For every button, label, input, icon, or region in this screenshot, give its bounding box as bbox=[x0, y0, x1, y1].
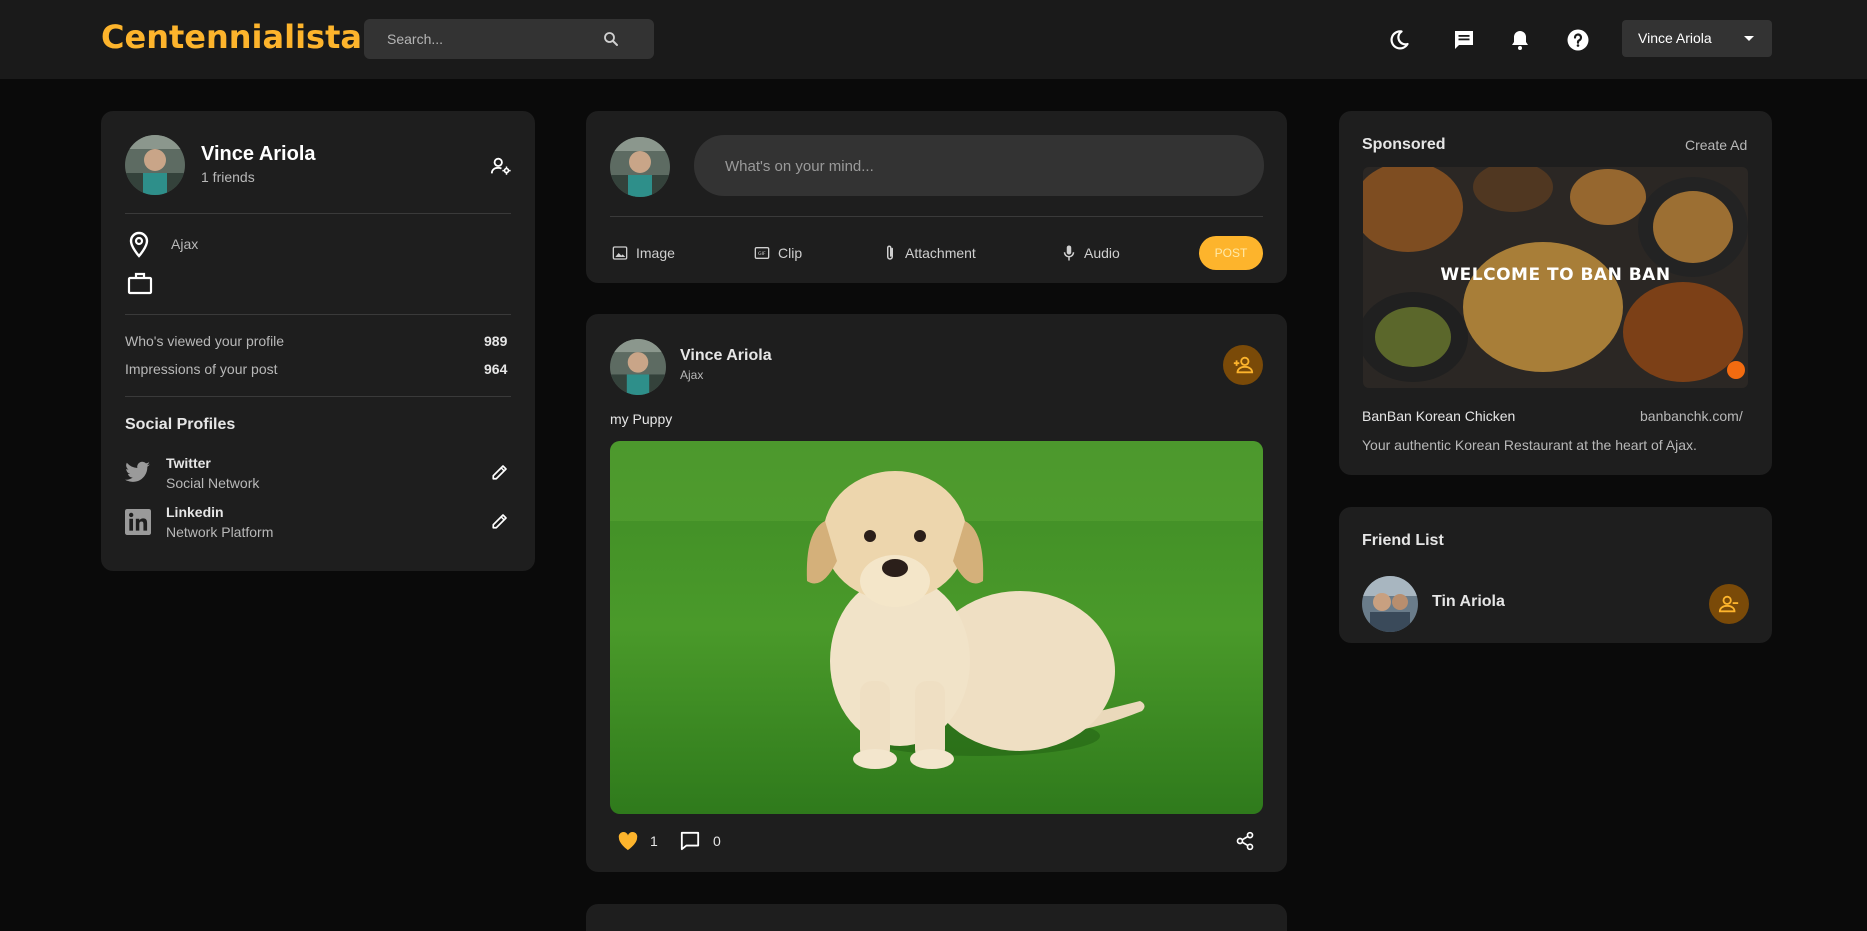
divider bbox=[610, 216, 1263, 217]
stat-value-profile-views: 989 bbox=[484, 333, 508, 349]
social-linkedin-name[interactable]: Linkedin bbox=[166, 504, 224, 520]
divider bbox=[125, 396, 511, 397]
stat-label-profile-views: Who's viewed your profile bbox=[125, 333, 285, 349]
ad-badge-icon bbox=[1727, 361, 1745, 379]
gif-icon: GIF bbox=[754, 247, 770, 259]
bell-icon[interactable] bbox=[1508, 28, 1532, 52]
manage-account-icon[interactable] bbox=[490, 155, 512, 177]
tool-attachment-label: Attachment bbox=[905, 245, 976, 261]
post-button[interactable]: POST bbox=[1199, 236, 1263, 270]
twitter-icon bbox=[125, 461, 150, 482]
person-add-icon bbox=[1233, 356, 1254, 374]
stat-value-impressions: 964 bbox=[484, 361, 508, 377]
remove-friend-button[interactable] bbox=[1709, 584, 1749, 624]
social-linkedin-sub: Network Platform bbox=[166, 524, 274, 540]
tool-image-button[interactable]: Image bbox=[612, 242, 675, 264]
avatar[interactable] bbox=[610, 137, 670, 197]
linkedin-icon bbox=[125, 509, 151, 535]
post-likes-count: 1 bbox=[650, 833, 658, 849]
top-navbar: Centennialista Vince Ariola bbox=[0, 0, 1867, 79]
post-author-location: Ajax bbox=[680, 368, 704, 382]
post-image[interactable] bbox=[610, 441, 1263, 814]
ad-image-caption: WELCOME TO BAN BAN bbox=[1440, 265, 1671, 285]
edit-pencil-icon[interactable] bbox=[491, 512, 509, 530]
sponsored-heading: Sponsored bbox=[1362, 136, 1446, 153]
user-menu-name: Vince Ariola bbox=[1638, 30, 1712, 46]
profile-location: Ajax bbox=[171, 236, 199, 252]
moon-icon[interactable] bbox=[1387, 28, 1411, 52]
post-author-name[interactable]: Vince Ariola bbox=[680, 347, 772, 365]
profile-name[interactable]: Vince Ariola bbox=[201, 143, 316, 166]
microphone-icon bbox=[1063, 245, 1075, 261]
comment-icon[interactable] bbox=[679, 831, 701, 851]
search-icon[interactable] bbox=[602, 30, 620, 48]
tool-audio-label: Audio bbox=[1084, 245, 1120, 261]
avatar[interactable] bbox=[1362, 576, 1418, 632]
ad-business-name: BanBan Korean Chicken bbox=[1362, 408, 1516, 424]
ad-image[interactable]: WELCOME TO BAN BAN bbox=[1363, 167, 1748, 388]
stat-label-impressions: Impressions of your post bbox=[125, 361, 278, 377]
post-composer bbox=[694, 135, 1264, 196]
app-logo[interactable]: Centennialista bbox=[101, 18, 362, 56]
tool-clip-button[interactable]: GIF Clip bbox=[754, 242, 802, 264]
location-pin-icon bbox=[129, 231, 149, 258]
tool-image-label: Image bbox=[636, 245, 675, 261]
person-remove-icon bbox=[1718, 595, 1739, 613]
share-icon[interactable] bbox=[1235, 831, 1255, 851]
create-ad-link[interactable]: Create Ad bbox=[1685, 137, 1747, 153]
heart-icon[interactable] bbox=[617, 831, 639, 851]
chat-icon[interactable] bbox=[1452, 28, 1476, 52]
post-composer-input[interactable] bbox=[725, 155, 1225, 177]
help-icon[interactable] bbox=[1566, 28, 1590, 52]
social-twitter-sub: Social Network bbox=[166, 475, 260, 491]
add-friend-button[interactable] bbox=[1223, 345, 1263, 385]
ad-url-link[interactable]: banbanchk.com/ bbox=[1640, 408, 1743, 424]
tool-attachment-button[interactable]: Attachment bbox=[883, 242, 976, 264]
social-twitter-name[interactable]: Twitter bbox=[166, 455, 211, 471]
tool-clip-label: Clip bbox=[778, 245, 803, 261]
search-box bbox=[364, 19, 654, 59]
paperclip-icon bbox=[887, 245, 893, 260]
post-comments-count: 0 bbox=[713, 833, 721, 849]
friend-name[interactable]: Tin Ariola bbox=[1432, 593, 1505, 611]
user-menu-dropdown[interactable]: Vince Ariola bbox=[1622, 20, 1772, 57]
svg-text:GIF: GIF bbox=[758, 251, 766, 257]
avatar[interactable] bbox=[125, 135, 185, 195]
post-text: my Puppy bbox=[610, 411, 673, 427]
briefcase-icon bbox=[127, 272, 153, 295]
social-profiles-heading: Social Profiles bbox=[125, 416, 236, 433]
post-card bbox=[586, 904, 1287, 931]
avatar[interactable] bbox=[610, 339, 666, 395]
ad-description: Your authentic Korean Restaurant at the … bbox=[1362, 437, 1697, 453]
image-icon bbox=[612, 246, 628, 260]
divider bbox=[125, 213, 511, 214]
profile-friends-count: 1 friends bbox=[201, 169, 255, 185]
search-input[interactable] bbox=[387, 29, 607, 49]
tool-audio-button[interactable]: Audio bbox=[1062, 242, 1120, 264]
friend-list-heading: Friend List bbox=[1362, 532, 1444, 549]
divider bbox=[125, 314, 511, 315]
edit-pencil-icon[interactable] bbox=[491, 463, 509, 481]
chevron-down-icon bbox=[1744, 36, 1754, 41]
